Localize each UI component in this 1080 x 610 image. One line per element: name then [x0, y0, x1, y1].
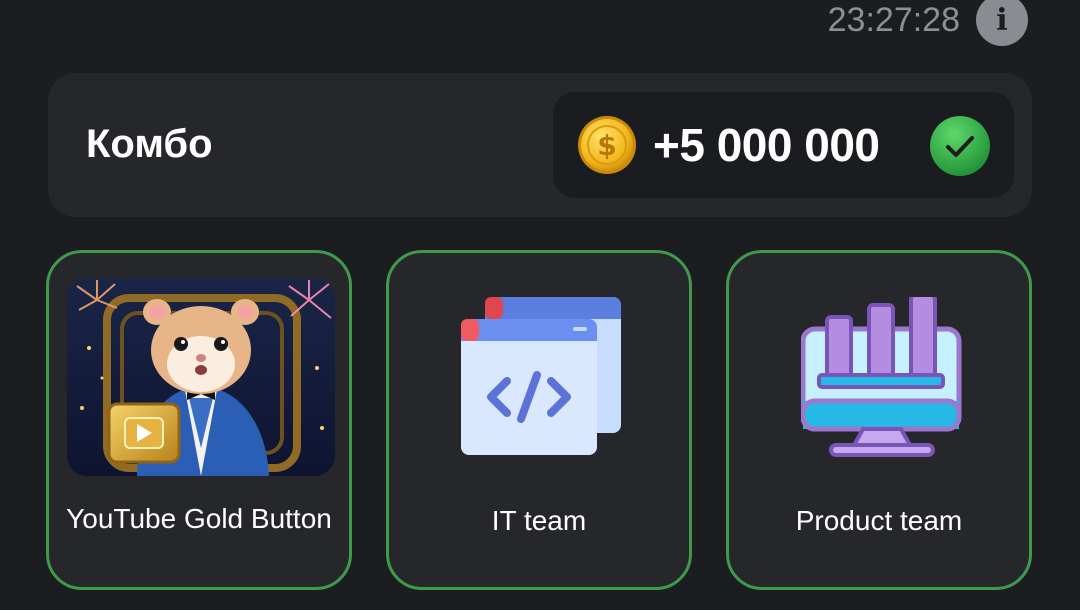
card-label: YouTube Gold Button [66, 503, 332, 534]
dollar-coin-icon: $ [578, 116, 636, 174]
combo-card-product-team[interactable]: Product team [726, 250, 1032, 590]
code-windows-icon [461, 297, 621, 455]
reward-pill: $ +5 000 000 [553, 92, 1014, 198]
hamster-youtube-gold-button-image [67, 278, 335, 476]
combo-card-it-team[interactable]: IT team [386, 250, 692, 590]
combo-bar: Комбо $ +5 000 000 [48, 73, 1032, 217]
card-label: Product team [795, 505, 963, 536]
reward-amount: +5 000 000 [653, 119, 880, 171]
combo-title: Комбо [86, 122, 213, 166]
info-icon[interactable]: i [976, 0, 1028, 46]
checkmark-circle-icon [930, 116, 990, 176]
combo-card-youtube-gold-button[interactable]: YouTube Gold Button [46, 250, 352, 590]
card-label: IT team [491, 505, 587, 536]
bar-chart-monitor-icon [801, 297, 962, 457]
time-label: 23:27:28 [827, 1, 960, 39]
svg-text:$: $ [597, 129, 616, 162]
